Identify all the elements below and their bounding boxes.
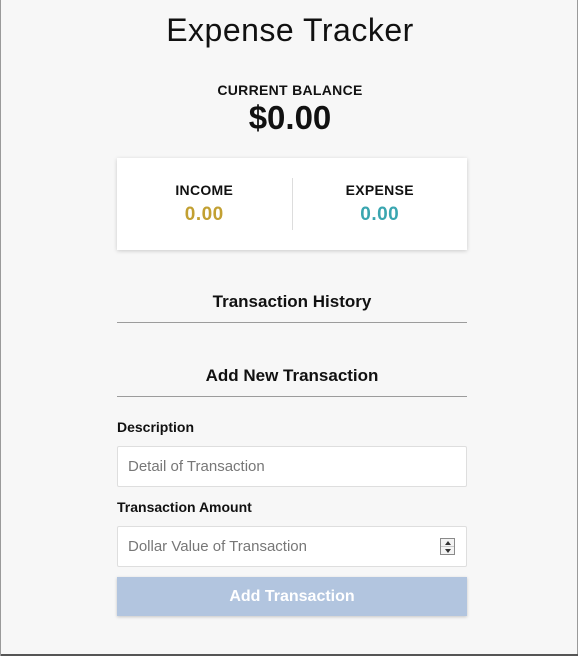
transaction-history-heading: Transaction History	[117, 292, 467, 323]
spinner-up[interactable]	[441, 539, 454, 547]
amount-label: Transaction Amount	[117, 499, 252, 515]
add-transaction-button[interactable]: Add Transaction	[117, 577, 467, 616]
income-expense-card: INCOME 0.00 EXPENSE 0.00	[117, 158, 467, 250]
income-column: INCOME 0.00	[117, 182, 292, 226]
chevron-up-icon	[444, 540, 451, 545]
description-label: Description	[117, 419, 195, 435]
income-value: 0.00	[184, 204, 224, 225]
spinner-down[interactable]	[441, 547, 454, 554]
expense-value: 0.00	[360, 204, 400, 225]
expense-label: EXPENSE	[345, 182, 414, 198]
expense-column: EXPENSE 0.00	[293, 182, 468, 226]
income-label: INCOME	[175, 182, 234, 198]
page-title: Expense Tracker	[166, 12, 414, 48]
number-spinner-icon[interactable]	[440, 538, 455, 555]
add-transaction-heading: Add New Transaction	[117, 366, 467, 397]
description-input[interactable]	[117, 446, 467, 487]
balance-label: CURRENT BALANCE	[217, 82, 363, 98]
amount-input[interactable]	[117, 526, 467, 567]
balance-value: $0.00	[248, 99, 332, 136]
chevron-down-icon	[444, 548, 451, 553]
